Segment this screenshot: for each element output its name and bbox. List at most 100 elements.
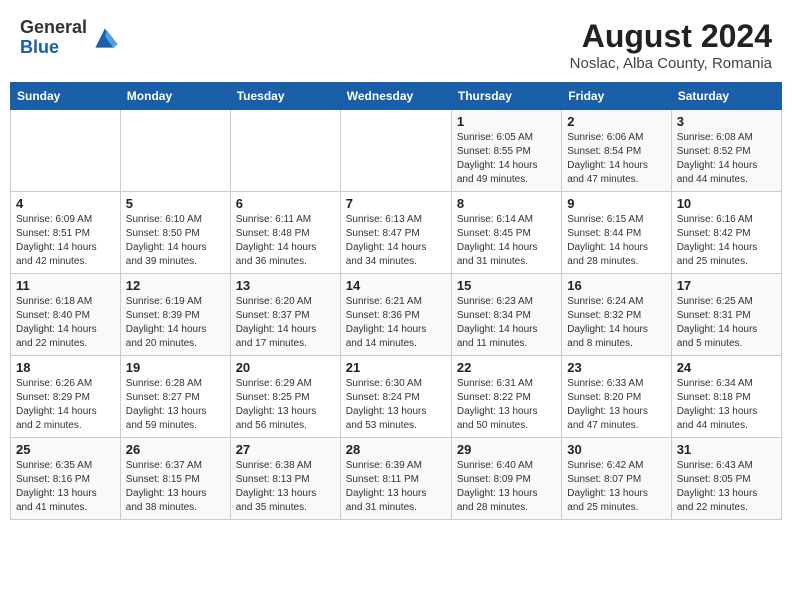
day-info: Sunrise: 6:18 AM Sunset: 8:40 PM Dayligh… (16, 295, 115, 351)
calendar-week-row: 1 Sunrise: 6:05 AM Sunset: 8:55 PM Daylig… (11, 110, 782, 192)
calendar-day-cell: 15 Sunrise: 6:23 AM Sunset: 8:34 PM Dayli… (451, 274, 561, 356)
title-block: August 2024 Noslac, Alba County, Romania (570, 18, 772, 72)
month-year-title: August 2024 (570, 18, 772, 55)
day-number: 7 (346, 196, 446, 211)
calendar-day-cell: 24 Sunrise: 6:34 AM Sunset: 8:18 PM Dayli… (671, 356, 781, 438)
day-number: 10 (677, 196, 776, 211)
day-number: 30 (567, 442, 665, 457)
day-number: 18 (16, 360, 115, 375)
day-number: 31 (677, 442, 776, 457)
day-info: Sunrise: 6:25 AM Sunset: 8:31 PM Dayligh… (677, 295, 776, 351)
calendar-week-row: 11 Sunrise: 6:18 AM Sunset: 8:40 PM Dayli… (11, 274, 782, 356)
day-info: Sunrise: 6:21 AM Sunset: 8:36 PM Dayligh… (346, 295, 446, 351)
calendar-day-cell: 21 Sunrise: 6:30 AM Sunset: 8:24 PM Dayli… (340, 356, 451, 438)
calendar-day-cell: 2 Sunrise: 6:06 AM Sunset: 8:54 PM Daylig… (562, 110, 671, 192)
calendar-day-cell: 16Sunrise: 6:24 AM Sunset: 8:32 PM Dayli… (562, 274, 671, 356)
calendar-day-cell: 5Sunrise: 6:10 AM Sunset: 8:50 PM Daylig… (120, 192, 230, 274)
day-info: Sunrise: 6:34 AM Sunset: 8:18 PM Dayligh… (677, 377, 776, 433)
day-info: Sunrise: 6:06 AM Sunset: 8:54 PM Dayligh… (567, 131, 665, 187)
day-number: 9 (567, 196, 665, 211)
day-number: 12 (126, 278, 225, 293)
day-number: 3 (677, 114, 776, 129)
day-info: Sunrise: 6:19 AM Sunset: 8:39 PM Dayligh… (126, 295, 225, 351)
day-info: Sunrise: 6:37 AM Sunset: 8:15 PM Dayligh… (126, 459, 225, 515)
day-info: Sunrise: 6:11 AM Sunset: 8:48 PM Dayligh… (236, 213, 335, 269)
calendar-day-cell: 26 Sunrise: 6:37 AM Sunset: 8:15 PM Dayli… (120, 438, 230, 520)
day-number: 24 (677, 360, 776, 375)
day-number: 21 (346, 360, 446, 375)
calendar-day-cell (230, 110, 340, 192)
day-info: Sunrise: 6:38 AM Sunset: 8:13 PM Dayligh… (236, 459, 335, 515)
calendar-day-cell: 14 Sunrise: 6:21 AM Sunset: 8:36 PM Dayli… (340, 274, 451, 356)
day-info: Sunrise: 6:35 AM Sunset: 8:16 PM Dayligh… (16, 459, 115, 515)
calendar-day-cell (340, 110, 451, 192)
weekday-header: Sunday (11, 83, 121, 110)
weekday-header-row: SundayMondayTuesdayWednesdayThursdayFrid… (11, 83, 782, 110)
calendar-day-cell: 19Sunrise: 6:28 AM Sunset: 8:27 PM Dayli… (120, 356, 230, 438)
calendar-day-cell: 3 Sunrise: 6:08 AM Sunset: 8:52 PM Daylig… (671, 110, 781, 192)
day-info: Sunrise: 6:26 AM Sunset: 8:29 PM Dayligh… (16, 377, 115, 433)
day-info: Sunrise: 6:15 AM Sunset: 8:44 PM Dayligh… (567, 213, 665, 269)
weekday-header: Monday (120, 83, 230, 110)
day-number: 17 (677, 278, 776, 293)
day-info: Sunrise: 6:16 AM Sunset: 8:42 PM Dayligh… (677, 213, 776, 269)
calendar-day-cell: 13 Sunrise: 6:20 AM Sunset: 8:37 PM Dayli… (230, 274, 340, 356)
day-number: 23 (567, 360, 665, 375)
weekday-header: Tuesday (230, 83, 340, 110)
day-number: 6 (236, 196, 335, 211)
day-info: Sunrise: 6:29 AM Sunset: 8:25 PM Dayligh… (236, 377, 335, 433)
day-info: Sunrise: 6:08 AM Sunset: 8:52 PM Dayligh… (677, 131, 776, 187)
calendar-day-cell: 25 Sunrise: 6:35 AM Sunset: 8:16 PM Dayli… (11, 438, 121, 520)
day-info: Sunrise: 6:40 AM Sunset: 8:09 PM Dayligh… (457, 459, 556, 515)
calendar-day-cell: 10 Sunrise: 6:16 AM Sunset: 8:42 PM Dayli… (671, 192, 781, 274)
day-info: Sunrise: 6:14 AM Sunset: 8:45 PM Dayligh… (457, 213, 556, 269)
calendar-day-cell: 18 Sunrise: 6:26 AM Sunset: 8:29 PM Dayli… (11, 356, 121, 438)
day-number: 1 (457, 114, 556, 129)
weekday-header: Saturday (671, 83, 781, 110)
day-info: Sunrise: 6:20 AM Sunset: 8:37 PM Dayligh… (236, 295, 335, 351)
day-number: 14 (346, 278, 446, 293)
calendar-day-cell: 29 Sunrise: 6:40 AM Sunset: 8:09 PM Dayli… (451, 438, 561, 520)
day-number: 16 (567, 278, 665, 293)
calendar-day-cell: 23 Sunrise: 6:33 AM Sunset: 8:20 PM Dayli… (562, 356, 671, 438)
day-info: Sunrise: 6:39 AM Sunset: 8:11 PM Dayligh… (346, 459, 446, 515)
weekday-header: Thursday (451, 83, 561, 110)
day-number: 11 (16, 278, 115, 293)
day-number: 26 (126, 442, 225, 457)
calendar-week-row: 25 Sunrise: 6:35 AM Sunset: 8:16 PM Dayli… (11, 438, 782, 520)
calendar-table: SundayMondayTuesdayWednesdayThursdayFrid… (10, 82, 782, 520)
calendar-day-cell (11, 110, 121, 192)
weekday-header: Wednesday (340, 83, 451, 110)
day-number: 29 (457, 442, 556, 457)
day-number: 13 (236, 278, 335, 293)
day-info: Sunrise: 6:28 AM Sunset: 8:27 PM Dayligh… (126, 377, 225, 433)
day-number: 28 (346, 442, 446, 457)
calendar-day-cell: 28 Sunrise: 6:39 AM Sunset: 8:11 PM Dayli… (340, 438, 451, 520)
location-subtitle: Noslac, Alba County, Romania (570, 55, 772, 72)
day-number: 27 (236, 442, 335, 457)
day-info: Sunrise: 6:09 AM Sunset: 8:51 PM Dayligh… (16, 213, 115, 269)
calendar-day-cell: 30 Sunrise: 6:42 AM Sunset: 8:07 PM Dayli… (562, 438, 671, 520)
day-info: Sunrise: 6:23 AM Sunset: 8:34 PM Dayligh… (457, 295, 556, 351)
day-number: 25 (16, 442, 115, 457)
calendar-day-cell: 8Sunrise: 6:14 AM Sunset: 8:45 PM Daylig… (451, 192, 561, 274)
calendar-day-cell: 4 Sunrise: 6:09 AM Sunset: 8:51 PM Daylig… (11, 192, 121, 274)
day-info: Sunrise: 6:43 AM Sunset: 8:05 PM Dayligh… (677, 459, 776, 515)
day-info: Sunrise: 6:30 AM Sunset: 8:24 PM Dayligh… (346, 377, 446, 433)
calendar-day-cell: 6 Sunrise: 6:11 AM Sunset: 8:48 PM Daylig… (230, 192, 340, 274)
calendar-week-row: 18 Sunrise: 6:26 AM Sunset: 8:29 PM Dayli… (11, 356, 782, 438)
logo-general: General (20, 17, 87, 37)
day-info: Sunrise: 6:42 AM Sunset: 8:07 PM Dayligh… (567, 459, 665, 515)
day-number: 4 (16, 196, 115, 211)
day-info: Sunrise: 6:31 AM Sunset: 8:22 PM Dayligh… (457, 377, 556, 433)
calendar-day-cell: 27 Sunrise: 6:38 AM Sunset: 8:13 PM Dayli… (230, 438, 340, 520)
day-info: Sunrise: 6:33 AM Sunset: 8:20 PM Dayligh… (567, 377, 665, 433)
calendar-day-cell: 1 Sunrise: 6:05 AM Sunset: 8:55 PM Daylig… (451, 110, 561, 192)
weekday-header: Friday (562, 83, 671, 110)
day-info: Sunrise: 6:05 AM Sunset: 8:55 PM Dayligh… (457, 131, 556, 187)
calendar-week-row: 4 Sunrise: 6:09 AM Sunset: 8:51 PM Daylig… (11, 192, 782, 274)
day-number: 15 (457, 278, 556, 293)
day-number: 2 (567, 114, 665, 129)
calendar-day-cell: 31 Sunrise: 6:43 AM Sunset: 8:05 PM Dayli… (671, 438, 781, 520)
logo: General Blue (20, 18, 121, 58)
